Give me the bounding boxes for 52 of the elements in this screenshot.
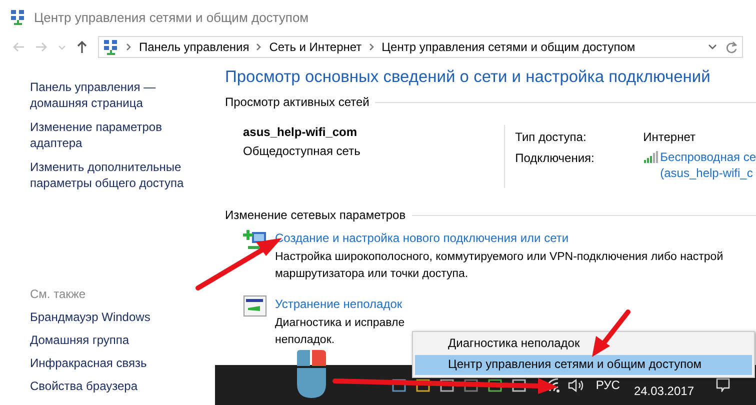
mouse-drawing	[297, 350, 326, 398]
sidebar-link[interactable]: Брандмауэр Windows	[30, 309, 200, 325]
task-link[interactable]: Создание и настройка нового подключения или сети	[275, 231, 724, 245]
section-heading: Изменение сетевых параметров	[225, 208, 406, 222]
task-description: Настройка широкополосного, коммутируемого или VPN-подключения либо настрой	[275, 250, 724, 265]
network-name: asus_help-wifi_com	[243, 125, 358, 139]
page-heading: Просмотр основных сведений о сети и настройка подключений	[225, 68, 712, 87]
tray-icon[interactable]	[464, 378, 478, 392]
sidebar-link[interactable]: Панель управления — домашняя страница	[30, 79, 200, 111]
sidebar-link[interactable]: Домашняя группа	[30, 332, 200, 348]
tray-icon[interactable]	[440, 378, 454, 392]
task-description: маршрутизатора или точки доступа.	[275, 267, 470, 282]
troubleshoot-icon	[243, 295, 267, 317]
chevron-icon	[256, 43, 262, 51]
menu-item[interactable]: Диагностика неполадок	[415, 334, 752, 354]
menu-item[interactable]: Центр управления сетями и общим доступом	[415, 355, 752, 375]
date-label[interactable]: 24.03.2017	[634, 384, 694, 398]
property-label: Подключения:	[515, 151, 596, 167]
property-label: Тип доступа:	[515, 130, 588, 144]
breadcrumb-item[interactable]: Панель управления	[139, 40, 250, 54]
breadcrumb-item[interactable]: Сеть и Интернет	[269, 40, 362, 54]
up-arrow-icon[interactable]	[76, 40, 88, 54]
sidebar-link[interactable]: Свойства браузера	[30, 378, 200, 394]
task-description: Диагностика и исправле	[275, 316, 405, 331]
speaker-icon[interactable]	[568, 378, 584, 392]
chevron-icon	[126, 43, 132, 51]
tray-icon[interactable]	[488, 378, 502, 392]
connection-link[interactable]: (asus_help-wifi_c	[660, 166, 756, 180]
language-indicator[interactable]: РУС	[596, 378, 620, 392]
connection-link[interactable]: Беспроводная се	[660, 150, 756, 164]
notification-icon[interactable]	[716, 378, 730, 392]
breadcrumb-item[interactable]: Центр управления сетями и общим доступом	[382, 40, 636, 54]
sidebar-link[interactable]: Изменение параметров адаптера	[30, 119, 200, 151]
arrow	[592, 310, 630, 357]
tray-icon[interactable]	[416, 378, 430, 392]
task-description: неполадок.	[275, 333, 336, 348]
tray-icon[interactable]	[392, 378, 406, 392]
dropdown-chevron-icon[interactable]	[708, 44, 717, 50]
chevron-icon	[368, 43, 375, 51]
network-icon	[103, 39, 119, 55]
task-link[interactable]: Устранение неполадок	[275, 297, 405, 311]
tray-icon[interactable]	[512, 378, 526, 392]
refresh-icon[interactable]	[725, 40, 738, 54]
section-heading: Просмотр активных сетей	[225, 95, 370, 109]
sidebar-link[interactable]: Изменить дополнительные параметры общего доступа	[30, 159, 200, 191]
property-value: Интернет	[643, 130, 696, 144]
sidebar-link[interactable]: Инфракрасная связь	[30, 355, 200, 371]
section-heading: См. также	[30, 287, 87, 301]
signal-icon	[643, 151, 658, 163]
network-type: Общедоступная сеть	[243, 144, 362, 158]
network-icon	[10, 9, 26, 25]
window-title: Центр управления сетями и общим доступом	[34, 10, 309, 24]
